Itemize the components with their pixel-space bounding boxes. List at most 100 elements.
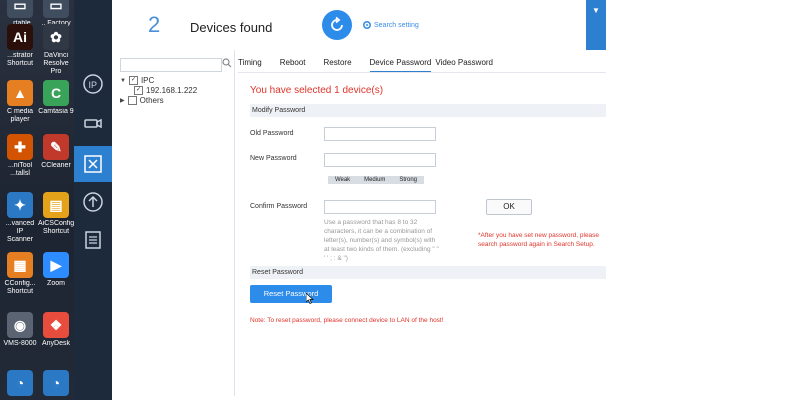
tab-video-password[interactable]: Video Password [435, 58, 493, 72]
selected-devices-message: You have selected 1 device(s) [250, 85, 384, 96]
app-icon: ✦ [7, 192, 33, 218]
desktop-icon[interactable]: ✦ ...vanced IP Scanner [2, 192, 38, 244]
desktop-icon-label: AnyDesk [41, 340, 70, 347]
others-label: Others [139, 96, 164, 105]
app-icon: ▭ [43, 0, 69, 18]
others-checkbox[interactable] [127, 96, 137, 105]
device-tool-window: IP 2 Devices found Search setting ▼ ▼ ✓ … [74, 0, 606, 400]
tab-device-password[interactable]: Device Password [369, 58, 432, 72]
reset-password-button[interactable]: Reset Password [250, 285, 332, 303]
sidebar-tools-button[interactable] [74, 146, 112, 182]
desktop-icon-label: DaVinci Resolve Pro [43, 52, 69, 75]
camera-icon [84, 118, 102, 129]
device-checkbox[interactable]: ✓ [134, 86, 143, 95]
new-password-input[interactable] [324, 153, 436, 167]
ipc-checkbox[interactable]: ✓ [128, 76, 138, 85]
search-again-note: *After you have set new password, please… [478, 232, 600, 248]
svg-text:IP: IP [89, 80, 98, 90]
app-icon: ❖ [43, 312, 69, 338]
desktop-icon-label: Zoom [47, 280, 65, 287]
desktop-icon[interactable]: ◔ [38, 370, 74, 398]
app-icon: ✎ [43, 134, 69, 160]
device-count: 2 [148, 12, 161, 37]
list-icon [85, 231, 101, 249]
desktop-icon[interactable]: C Camtasia 9 [38, 80, 74, 116]
confirm-password-label: Confirm Password [250, 203, 308, 210]
app-icon: ▭ [7, 0, 33, 18]
caret-right-icon[interactable]: ▶ [120, 97, 125, 104]
search-setting-link[interactable]: Search setting [374, 22, 419, 29]
app-icon: ▦ [7, 252, 33, 278]
header: 2 Devices found Search setting ▼ [112, 0, 606, 50]
app-icon: ◔ [43, 370, 69, 396]
desktop-icon[interactable]: ▶ Zoom [38, 252, 74, 288]
app-icon: ▲ [7, 80, 33, 106]
app-icon: ✚ [7, 134, 33, 160]
desktop-icon[interactable]: ▲ C media player [2, 80, 38, 124]
desktop-icon[interactable]: ✎ CCleaner [38, 134, 74, 170]
sidebar-log-button[interactable] [74, 222, 112, 258]
desktop-icon-label: CConfig... Shortcut [4, 280, 36, 295]
tab-bar: Timing Reboot Restore Device Password Vi… [238, 58, 606, 72]
app-icon: ▶ [43, 252, 69, 278]
search-icon[interactable] [222, 58, 232, 68]
desktop-icon-label: CCleaner [41, 162, 71, 169]
app-icon: ◔ [7, 370, 33, 396]
top-menu-button[interactable]: ▼ [586, 0, 606, 50]
desktop-icon[interactable]: ◉ VMS-8000 [2, 312, 38, 348]
devices-found-title: Devices found [190, 20, 273, 35]
old-password-label: Old Password [250, 130, 294, 137]
tab-reboot[interactable]: Reboot [280, 58, 306, 72]
lan-connection-note: Note: To reset password, please connect … [250, 317, 444, 324]
ipc-label: IPC [140, 76, 155, 85]
sidebar-upgrade-button[interactable] [74, 184, 112, 220]
desktop-icon[interactable]: ✿ DaVinci Resolve Pro [38, 24, 74, 76]
tab-restore[interactable]: Restore [324, 58, 352, 72]
device-tree: ▼ ✓ IPC ✓ 192.168.1.222 ▶ Others [112, 50, 235, 396]
desktop-icon[interactable]: ✚ ...niTool ...tallsl [2, 134, 38, 178]
device-password-panel: You have selected 1 device(s) Modify Pas… [238, 72, 606, 397]
desktop-icon-label: VMS-8000 [3, 340, 37, 347]
mouse-cursor-icon [306, 293, 314, 304]
sidebar-camera-button[interactable] [74, 106, 112, 142]
tree-node-ipc[interactable]: ▼ ✓ IPC [120, 76, 154, 85]
left-sidebar: IP [74, 0, 112, 400]
ip-icon: IP [83, 74, 103, 94]
desktop-icon[interactable]: Ai ...strator Shortcut [2, 24, 38, 68]
ok-button[interactable]: OK [486, 199, 532, 215]
tree-node-device[interactable]: ✓ 192.168.1.222 [134, 86, 197, 95]
tree-search-input[interactable] [120, 58, 222, 72]
desktop-icon-label: ...vanced IP Scanner [5, 220, 35, 243]
desktop-icon-label: C media player [6, 108, 34, 123]
refresh-icon [331, 16, 343, 31]
modify-password-heading: Modify Password [250, 104, 606, 117]
desktop-icon-label: ...niTool ...tallsl [7, 162, 33, 177]
app-icon: C [43, 80, 69, 106]
tree-node-others[interactable]: ▶ Others [120, 96, 164, 105]
app-icon: ✿ [43, 24, 69, 50]
refresh-button[interactable] [322, 10, 352, 40]
reset-password-heading: Reset Password [250, 266, 606, 279]
old-password-input[interactable] [324, 127, 436, 141]
desktop-icon[interactable]: ▤ AiCSConfig Shortcut [38, 192, 74, 236]
app-icon: ▤ [43, 192, 69, 218]
device-ip-label: 192.168.1.222 [146, 86, 198, 95]
tab-timing[interactable]: Timing [238, 58, 262, 72]
password-hint: Use a password that has 8 to 32 characte… [324, 219, 439, 262]
desktop-icon[interactable]: ▦ CConfig... Shortcut [2, 252, 38, 296]
upload-icon [83, 192, 103, 212]
new-password-label: New Password [250, 155, 297, 162]
tools-icon [84, 155, 102, 173]
desktop-icon[interactable]: ❖ AnyDesk [38, 312, 74, 348]
chevron-down-icon: ▼ [592, 6, 600, 15]
sidebar-ip-button[interactable]: IP [74, 66, 112, 102]
app-icon: Ai [7, 24, 33, 50]
password-strength-meter: Weak Medium Strong [328, 176, 424, 184]
desktop-icon-label: AiCSConfig Shortcut [38, 220, 74, 235]
strength-weak: Weak [334, 177, 351, 183]
desktop-icon-label: Camtasia 9 [38, 108, 74, 115]
confirm-password-input[interactable] [324, 200, 436, 214]
gear-icon[interactable] [362, 20, 372, 30]
desktop-icon[interactable]: ◔ [2, 370, 38, 398]
caret-down-icon[interactable]: ▼ [120, 78, 126, 84]
